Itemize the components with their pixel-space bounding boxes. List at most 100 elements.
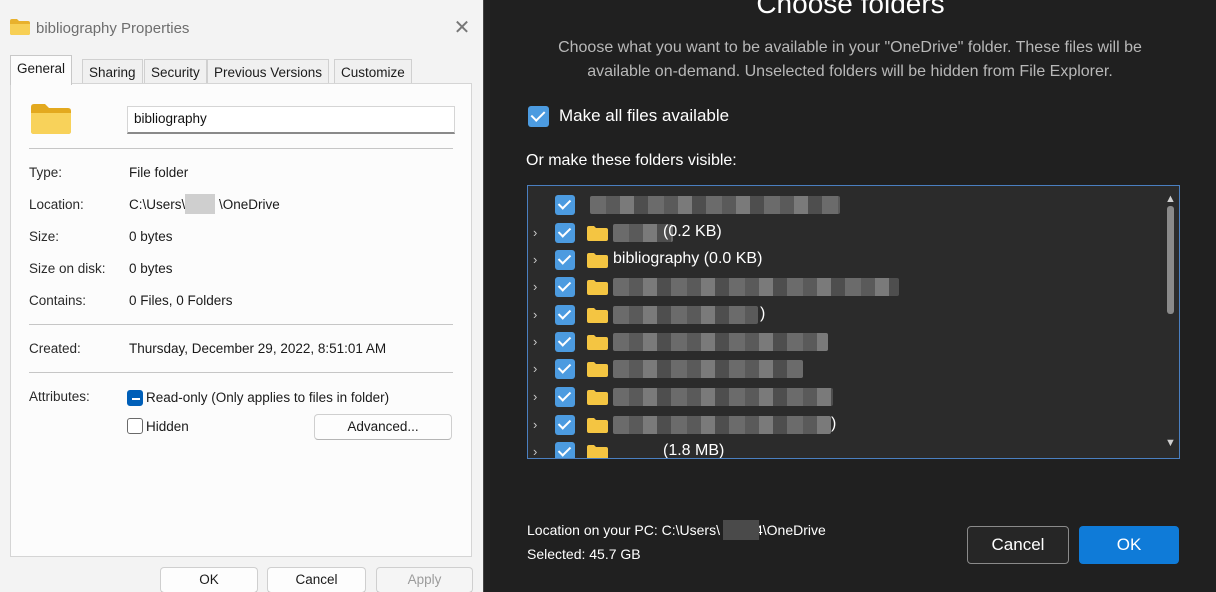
folder-checkbox[interactable] xyxy=(555,387,575,407)
folder-checkbox[interactable] xyxy=(555,442,575,458)
chevron-right-icon[interactable]: › xyxy=(533,279,547,295)
divider xyxy=(29,324,453,325)
chevron-right-icon[interactable]: › xyxy=(533,334,547,350)
contains-label: Contains: xyxy=(29,293,87,308)
readonly-checkbox[interactable] xyxy=(127,390,143,406)
redacted-folder-name xyxy=(613,388,833,406)
choose-folders-dialog: Choose folders Choose what you want to b… xyxy=(485,0,1216,592)
folder-size: (1.8 MB) xyxy=(663,442,725,459)
list-item[interactable]: › xyxy=(528,329,1162,356)
folder-size: ) xyxy=(760,305,766,322)
cancel-button[interactable]: Cancel xyxy=(967,526,1069,564)
redacted-folder-name xyxy=(613,416,831,434)
divider xyxy=(29,148,453,149)
folder-icon xyxy=(587,418,608,433)
list-item[interactable] xyxy=(528,192,1162,219)
chevron-right-icon[interactable]: › xyxy=(533,252,547,268)
folder-icon xyxy=(10,19,30,35)
general-panel: bibliography Type: File folder Location:… xyxy=(10,83,472,557)
ok-button[interactable]: OK xyxy=(160,567,258,592)
redacted-folder-name xyxy=(613,360,803,378)
size-value: 0 bytes xyxy=(129,229,173,244)
redacted-folder-name xyxy=(613,278,899,296)
list-item[interactable]: › ) xyxy=(528,302,1162,329)
size-label: Size: xyxy=(29,229,60,244)
folder-icon xyxy=(587,335,608,350)
folder-checkbox[interactable] xyxy=(555,305,575,325)
type-value: File folder xyxy=(129,165,189,180)
chevron-down-icon[interactable]: ▼ xyxy=(1162,436,1179,450)
folder-label: bibliography (0.0 KB) xyxy=(613,250,763,267)
list-item[interactable]: › (1.8 MB) xyxy=(528,439,1162,459)
list-item[interactable]: › ) xyxy=(528,412,1162,439)
chevron-right-icon[interactable]: › xyxy=(533,225,547,241)
chevron-right-icon[interactable]: › xyxy=(533,361,547,377)
folder-icon xyxy=(587,445,608,458)
page-title: Choose folders xyxy=(756,0,945,19)
created-value: Thursday, December 29, 2022, 8:51:01 AM xyxy=(129,341,387,356)
apply-button[interactable]: Apply xyxy=(376,567,473,592)
description-text: Choose what you want to be available in … xyxy=(558,39,1142,80)
size-on-disk-value: 0 bytes xyxy=(129,261,173,276)
selected-size-text: Selected: 45.7 GB xyxy=(527,546,641,562)
chevron-right-icon[interactable]: › xyxy=(533,444,547,458)
tab-previous-versions[interactable]: Previous Versions xyxy=(207,59,330,84)
contains-value: 0 Files, 0 Folders xyxy=(129,293,233,308)
readonly-label: Read-only (Only applies to files in fold… xyxy=(146,390,390,405)
folders-subheading: Or make these folders visible: xyxy=(526,152,737,169)
tab-general[interactable]: General xyxy=(10,55,73,85)
redacted-username xyxy=(723,520,759,540)
folder-tree: › (0.2 KB) › bibliography (0.0 KB) › › ) xyxy=(527,185,1180,459)
vertical-scrollbar[interactable]: ▲ ▼ xyxy=(1162,186,1179,458)
folder-checkbox[interactable] xyxy=(555,359,575,379)
folder-name-input[interactable]: bibliography xyxy=(127,106,455,134)
folder-size: ) xyxy=(831,415,837,432)
window-title: bibliography Properties xyxy=(36,20,190,37)
divider xyxy=(29,372,453,373)
folder-checkbox[interactable] xyxy=(555,250,575,270)
folder-icon xyxy=(587,253,608,268)
make-all-label: Make all files available xyxy=(559,106,730,125)
hidden-checkbox[interactable] xyxy=(127,418,143,434)
redacted-username xyxy=(185,194,215,214)
folder-checkbox[interactable] xyxy=(555,332,575,352)
chevron-right-icon[interactable]: › xyxy=(533,307,547,323)
list-item[interactable]: › xyxy=(528,384,1162,411)
redacted-folder-name xyxy=(613,333,828,351)
tab-customize[interactable]: Customize xyxy=(334,59,412,84)
redacted-folder-name xyxy=(613,306,758,324)
folder-checkbox[interactable] xyxy=(555,223,575,243)
folder-icon xyxy=(587,226,608,241)
location-text: Location on your PC: C:\Users\ 4\OneDriv… xyxy=(527,522,826,538)
attributes-label: Attributes: xyxy=(29,389,90,404)
folder-icon xyxy=(587,390,608,405)
tab-security[interactable]: Security xyxy=(144,59,207,84)
chevron-right-icon[interactable]: › xyxy=(533,417,547,433)
type-label: Type: xyxy=(29,165,63,180)
hidden-label: Hidden xyxy=(146,419,189,434)
folder-checkbox[interactable] xyxy=(555,195,575,215)
size-on-disk-label: Size on disk: xyxy=(29,261,106,276)
tab-sharing[interactable]: Sharing xyxy=(82,59,143,84)
redacted-folder-name xyxy=(590,196,840,214)
list-item[interactable]: › bibliography (0.0 KB) xyxy=(528,247,1162,274)
properties-dialog: bibliography Properties ✕ Sharing Securi… xyxy=(0,0,484,592)
folder-icon xyxy=(587,362,608,377)
folder-size: (0.2 KB) xyxy=(663,223,722,240)
folder-icon xyxy=(587,280,608,295)
scrollbar-thumb[interactable] xyxy=(1167,206,1174,314)
folder-checkbox[interactable] xyxy=(555,415,575,435)
chevron-up-icon[interactable]: ▲ xyxy=(1162,192,1179,206)
folder-checkbox[interactable] xyxy=(555,277,575,297)
created-label: Created: xyxy=(29,341,81,356)
cancel-button[interactable]: Cancel xyxy=(267,567,366,592)
make-all-checkbox[interactable] xyxy=(528,106,549,127)
location-label: Location: xyxy=(29,197,84,212)
chevron-right-icon[interactable]: › xyxy=(533,389,547,405)
ok-button[interactable]: OK xyxy=(1079,526,1179,564)
list-item[interactable]: › (0.2 KB) xyxy=(528,220,1162,247)
list-item[interactable]: › xyxy=(528,274,1162,301)
advanced-button[interactable]: Advanced... xyxy=(314,414,452,440)
folder-icon xyxy=(587,308,608,323)
list-item[interactable]: › xyxy=(528,356,1162,383)
